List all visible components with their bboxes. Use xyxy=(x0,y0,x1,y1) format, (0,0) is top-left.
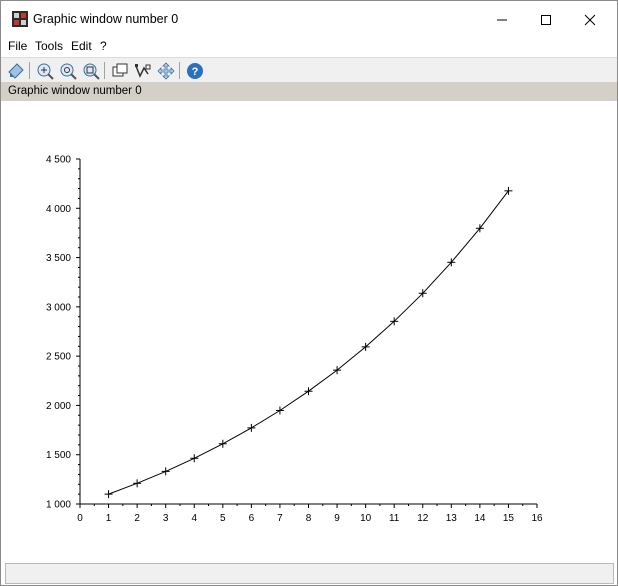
y-tick-label: 3 500 xyxy=(46,253,71,264)
toolbar-separator xyxy=(29,62,30,79)
x-tick-label: 11 xyxy=(389,513,400,524)
data-point-marker xyxy=(304,387,313,396)
menu-edit[interactable]: Edit xyxy=(71,39,92,53)
toolbar-separator xyxy=(179,62,180,79)
minimize-button[interactable] xyxy=(479,1,525,38)
status-bar xyxy=(5,563,614,584)
x-tick-label: 12 xyxy=(417,513,429,524)
rotate-icon xyxy=(112,63,127,76)
data-point-marker xyxy=(247,423,256,432)
x-tick-label: 2 xyxy=(134,513,140,524)
y-tick-label: 2 500 xyxy=(46,352,71,363)
help-icon: ? xyxy=(186,62,203,79)
toolbar-separator xyxy=(104,62,105,79)
minimize-icon xyxy=(497,19,507,20)
data-point-marker xyxy=(190,454,199,463)
data-point-marker xyxy=(161,467,170,476)
data-point-marker xyxy=(133,479,142,488)
toolbar: ? xyxy=(1,57,617,83)
chart[interactable]: 0 1 2 3 4 5 6 7 8 9 10 11 12 13 14 15 161 0001 5002 0002… xyxy=(1,101,617,561)
y-tick-label: 4 000 xyxy=(46,204,71,215)
info-bar-text: Graphic window number 0 xyxy=(8,85,142,97)
zoom-out-icon xyxy=(60,63,77,80)
title-bar[interactable]: Graphic window number 0 xyxy=(1,1,617,38)
y-tick-label: 1 500 xyxy=(46,450,71,461)
y-tick-label: 3 000 xyxy=(46,302,71,313)
menu-file[interactable]: File xyxy=(8,39,27,53)
close-button[interactable] xyxy=(567,1,613,38)
maximize-icon xyxy=(541,14,551,25)
scilab-app-icon xyxy=(12,11,28,27)
data-point-marker xyxy=(275,406,284,415)
x-tick-label: 16 xyxy=(531,513,543,524)
menu-help[interactable]: ? xyxy=(100,39,107,53)
close-icon xyxy=(584,14,596,25)
x-tick-label: 1 xyxy=(106,513,112,524)
graphic-window: Graphic window number 0 File Tools Edit … xyxy=(0,0,618,586)
svg-text:?: ? xyxy=(191,66,198,78)
datatip-button[interactable] xyxy=(133,61,152,80)
series-line xyxy=(108,190,509,495)
pan-icon xyxy=(156,61,175,80)
y-tick-label: 4 500 xyxy=(46,155,71,166)
x-tick-label: 5 xyxy=(220,513,226,524)
zoom-in-icon xyxy=(37,63,54,80)
window-title: Graphic window number 0 xyxy=(33,12,179,26)
zoom-reset-icon xyxy=(83,63,100,80)
x-tick-label: 6 xyxy=(249,513,255,524)
x-tick-label: 7 xyxy=(277,513,283,524)
select-button[interactable] xyxy=(6,61,25,80)
menu-bar: File Tools Edit ? xyxy=(1,38,617,56)
help-button[interactable]: ? xyxy=(185,61,204,80)
x-tick-label: 15 xyxy=(503,513,515,524)
zoom-in-button[interactable] xyxy=(35,61,54,80)
datatip-icon xyxy=(134,63,150,78)
x-tick-label: 4 xyxy=(191,513,197,524)
y-tick-label: 1 000 xyxy=(46,500,71,511)
x-tick-label: 13 xyxy=(446,513,458,524)
x-tick-label: 9 xyxy=(334,513,340,524)
data-point-marker xyxy=(218,439,227,448)
plot-canvas[interactable]: 0 1 2 3 4 5 6 7 8 9 10 11 12 13 14 15 16 1 000 1 500 2 000 2… xyxy=(1,101,617,561)
menu-tools[interactable]: Tools xyxy=(35,39,63,53)
select-icon xyxy=(7,62,24,79)
maximize-button[interactable] xyxy=(523,1,569,38)
x-tick-label: 3 xyxy=(163,513,169,524)
pan-button[interactable] xyxy=(156,61,175,80)
y-tick-label: 2 000 xyxy=(46,401,71,412)
rotate-button[interactable] xyxy=(110,61,129,80)
data-point-marker xyxy=(104,490,113,499)
zoom-reset-button[interactable] xyxy=(81,61,100,80)
axes: 0 1 2 3 4 5 6 7 8 9 10 11 12 13 14 15 161 0001 5002 0002… xyxy=(46,155,543,525)
x-tick-label: 0 xyxy=(77,513,83,524)
series xyxy=(104,186,513,499)
x-tick-label: 8 xyxy=(306,513,312,524)
zoom-out-button[interactable] xyxy=(58,61,77,80)
x-tick-label: 10 xyxy=(360,513,372,524)
x-tick-label: 14 xyxy=(474,513,486,524)
info-bar: Graphic window number 0 xyxy=(1,82,617,101)
